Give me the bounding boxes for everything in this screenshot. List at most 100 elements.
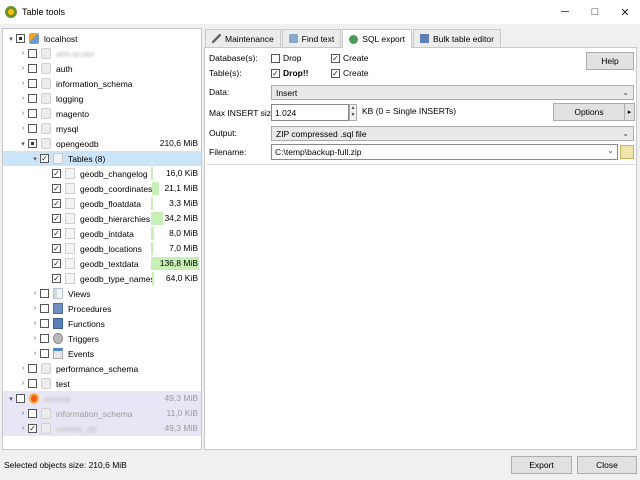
tree-item[interactable]: › Events [3, 346, 201, 361]
tree-item-checkbox[interactable] [28, 409, 37, 418]
tree-item[interactable]: ✓ geodb_floatdata 3,3 MiB [3, 196, 201, 211]
tree-item[interactable]: › logging [3, 91, 201, 106]
expand-arrow-icon[interactable]: › [18, 95, 28, 102]
expand-arrow-icon[interactable]: ▾ [6, 395, 16, 403]
tree-item-checkbox[interactable] [28, 49, 37, 58]
db-drop-check[interactable] [271, 53, 280, 63]
export-button[interactable]: Export [511, 456, 572, 474]
tree-item[interactable]: › Procedures [3, 301, 201, 316]
table-create-checkbox[interactable]: ✓ Create [331, 68, 369, 78]
expand-arrow-icon[interactable]: › [18, 80, 28, 87]
tree-item-checkbox[interactable] [28, 124, 37, 133]
tree-item-checkbox[interactable]: ✓ [52, 244, 61, 253]
tree-item[interactable]: ▾ remote 49,3 MiB [3, 391, 201, 406]
filename-input[interactable]: C:\temp\backup-full.zip ⌄ [271, 144, 618, 160]
tree-item-checkbox[interactable] [40, 289, 49, 298]
tree-item-checkbox[interactable] [40, 349, 49, 358]
tab-maintenance[interactable]: Maintenance [205, 29, 281, 47]
tree-item-checkbox[interactable] [28, 139, 37, 148]
expand-arrow-icon[interactable]: › [18, 365, 28, 372]
tree-item[interactable]: ✓ geodb_changelog 16,0 KiB [3, 166, 201, 181]
tree-item[interactable]: › Functions [3, 316, 201, 331]
expand-arrow-icon[interactable]: › [30, 350, 40, 357]
tree-item-checkbox[interactable]: ✓ [52, 199, 61, 208]
tree-item[interactable]: ✓ geodb_hierarchies 34,2 MiB [3, 211, 201, 226]
data-select[interactable]: Insert ⌄ [271, 85, 634, 100]
minimize-button[interactable]: ─ [550, 0, 580, 24]
output-select[interactable]: ZIP compressed .sql file ⌄ [271, 126, 634, 141]
expand-arrow-icon[interactable]: › [30, 335, 40, 342]
expand-arrow-icon[interactable]: › [18, 125, 28, 132]
tree-item-checkbox[interactable]: ✓ [40, 154, 49, 163]
options-button[interactable]: Options [553, 103, 625, 121]
tree-item[interactable]: ▾ opengeodb 210,6 MiB [3, 136, 201, 151]
expand-arrow-icon[interactable]: ▾ [6, 35, 16, 43]
tree-item-checkbox[interactable] [40, 304, 49, 313]
expand-arrow-icon[interactable]: › [18, 425, 28, 432]
tree-item-checkbox[interactable] [28, 94, 37, 103]
max-insert-spinner[interactable]: ▲ ▼ [349, 104, 357, 121]
tree-item-checkbox[interactable] [28, 64, 37, 73]
help-button[interactable]: Help [586, 52, 634, 70]
tree-item-checkbox[interactable]: ✓ [52, 229, 61, 238]
expand-arrow-icon[interactable]: ▾ [30, 155, 40, 163]
expand-arrow-icon[interactable]: › [18, 65, 28, 72]
tree-item[interactable]: ✓ geodb_locations 7,0 MiB [3, 241, 201, 256]
tree-item[interactable]: › auth [3, 61, 201, 76]
tree-item[interactable]: › test [3, 376, 201, 391]
tree-item-checkbox[interactable]: ✓ [52, 214, 61, 223]
tree-item[interactable]: › Triggers [3, 331, 201, 346]
tree-item[interactable]: › Views [3, 286, 201, 301]
tree-item[interactable]: › ahh-bruler [3, 46, 201, 61]
table-drop-check[interactable]: ✓ [271, 68, 280, 78]
tree-item-checkbox[interactable]: ✓ [52, 259, 61, 268]
expand-arrow-icon[interactable]: › [30, 305, 40, 312]
db-create-check[interactable]: ✓ [331, 53, 340, 63]
tree-item[interactable]: ✓ geodb_textdata 136,8 MiB [3, 256, 201, 271]
tree-item[interactable]: › ✓ remote_db 49,3 MiB [3, 421, 201, 436]
expand-arrow-icon[interactable]: › [18, 380, 28, 387]
expand-arrow-icon[interactable]: › [18, 410, 28, 417]
object-tree[interactable]: ▾ localhost › ahh-bruler › auth › information_s… [2, 28, 202, 450]
expand-arrow-icon[interactable]: › [18, 110, 28, 117]
tree-item-checkbox[interactable] [28, 109, 37, 118]
tree-item-checkbox[interactable] [28, 79, 37, 88]
tree-item[interactable]: › information_schema [3, 76, 201, 91]
expand-arrow-icon[interactable]: ▾ [18, 140, 28, 148]
tree-item-checkbox[interactable] [28, 364, 37, 373]
close-window-button[interactable]: ✕ [610, 0, 640, 24]
tree-item-checkbox[interactable]: ✓ [28, 424, 37, 433]
chevron-down-icon[interactable]: ⌄ [607, 146, 614, 155]
tree-item-checkbox[interactable] [28, 379, 37, 388]
tree-item-checkbox[interactable] [16, 394, 25, 403]
tree-item[interactable]: › performance_schema [3, 361, 201, 376]
tree-item-checkbox[interactable]: ✓ [52, 274, 61, 283]
tree-item[interactable]: › magento [3, 106, 201, 121]
tab-bulk-table-editor[interactable]: Bulk table editor [412, 29, 501, 47]
options-dropdown-arrow[interactable]: ▸ [624, 103, 635, 121]
tree-item[interactable]: ▾ ✓ Tables (8) [3, 151, 201, 166]
tree-item-checkbox[interactable]: ✓ [52, 184, 61, 193]
expand-arrow-icon[interactable]: › [30, 320, 40, 327]
db-drop-checkbox[interactable]: Drop [271, 53, 301, 63]
tree-item-checkbox[interactable] [40, 334, 49, 343]
table-drop-checkbox[interactable]: ✓ Drop!! [271, 68, 309, 78]
tree-item[interactable]: ✓ geodb_type_names 64,0 KiB [3, 271, 201, 286]
tab-sql-export[interactable]: SQL export [342, 29, 412, 48]
close-button[interactable]: Close [577, 456, 637, 474]
tree-item-checkbox[interactable]: ✓ [52, 169, 61, 178]
db-create-checkbox[interactable]: ✓ Create [331, 53, 369, 63]
tree-item[interactable]: › information_schema 11,0 KiB [3, 406, 201, 421]
tree-item[interactable]: ✓ geodb_intdata 8,0 MiB [3, 226, 201, 241]
table-create-check[interactable]: ✓ [331, 68, 340, 78]
maximize-button[interactable]: □ [580, 0, 610, 24]
expand-arrow-icon[interactable]: › [18, 50, 28, 57]
tree-item[interactable]: ✓ geodb_coordinates 21,1 MiB [3, 181, 201, 196]
tree-item-checkbox[interactable] [16, 34, 25, 43]
tree-item[interactable]: › mysql [3, 121, 201, 136]
tab-find-text[interactable]: Find text [281, 29, 342, 47]
expand-arrow-icon[interactable]: › [30, 290, 40, 297]
max-insert-input[interactable]: 1.024 [271, 104, 349, 121]
browse-folder-icon[interactable] [620, 145, 634, 159]
tree-item[interactable]: ▾ localhost [3, 31, 201, 46]
